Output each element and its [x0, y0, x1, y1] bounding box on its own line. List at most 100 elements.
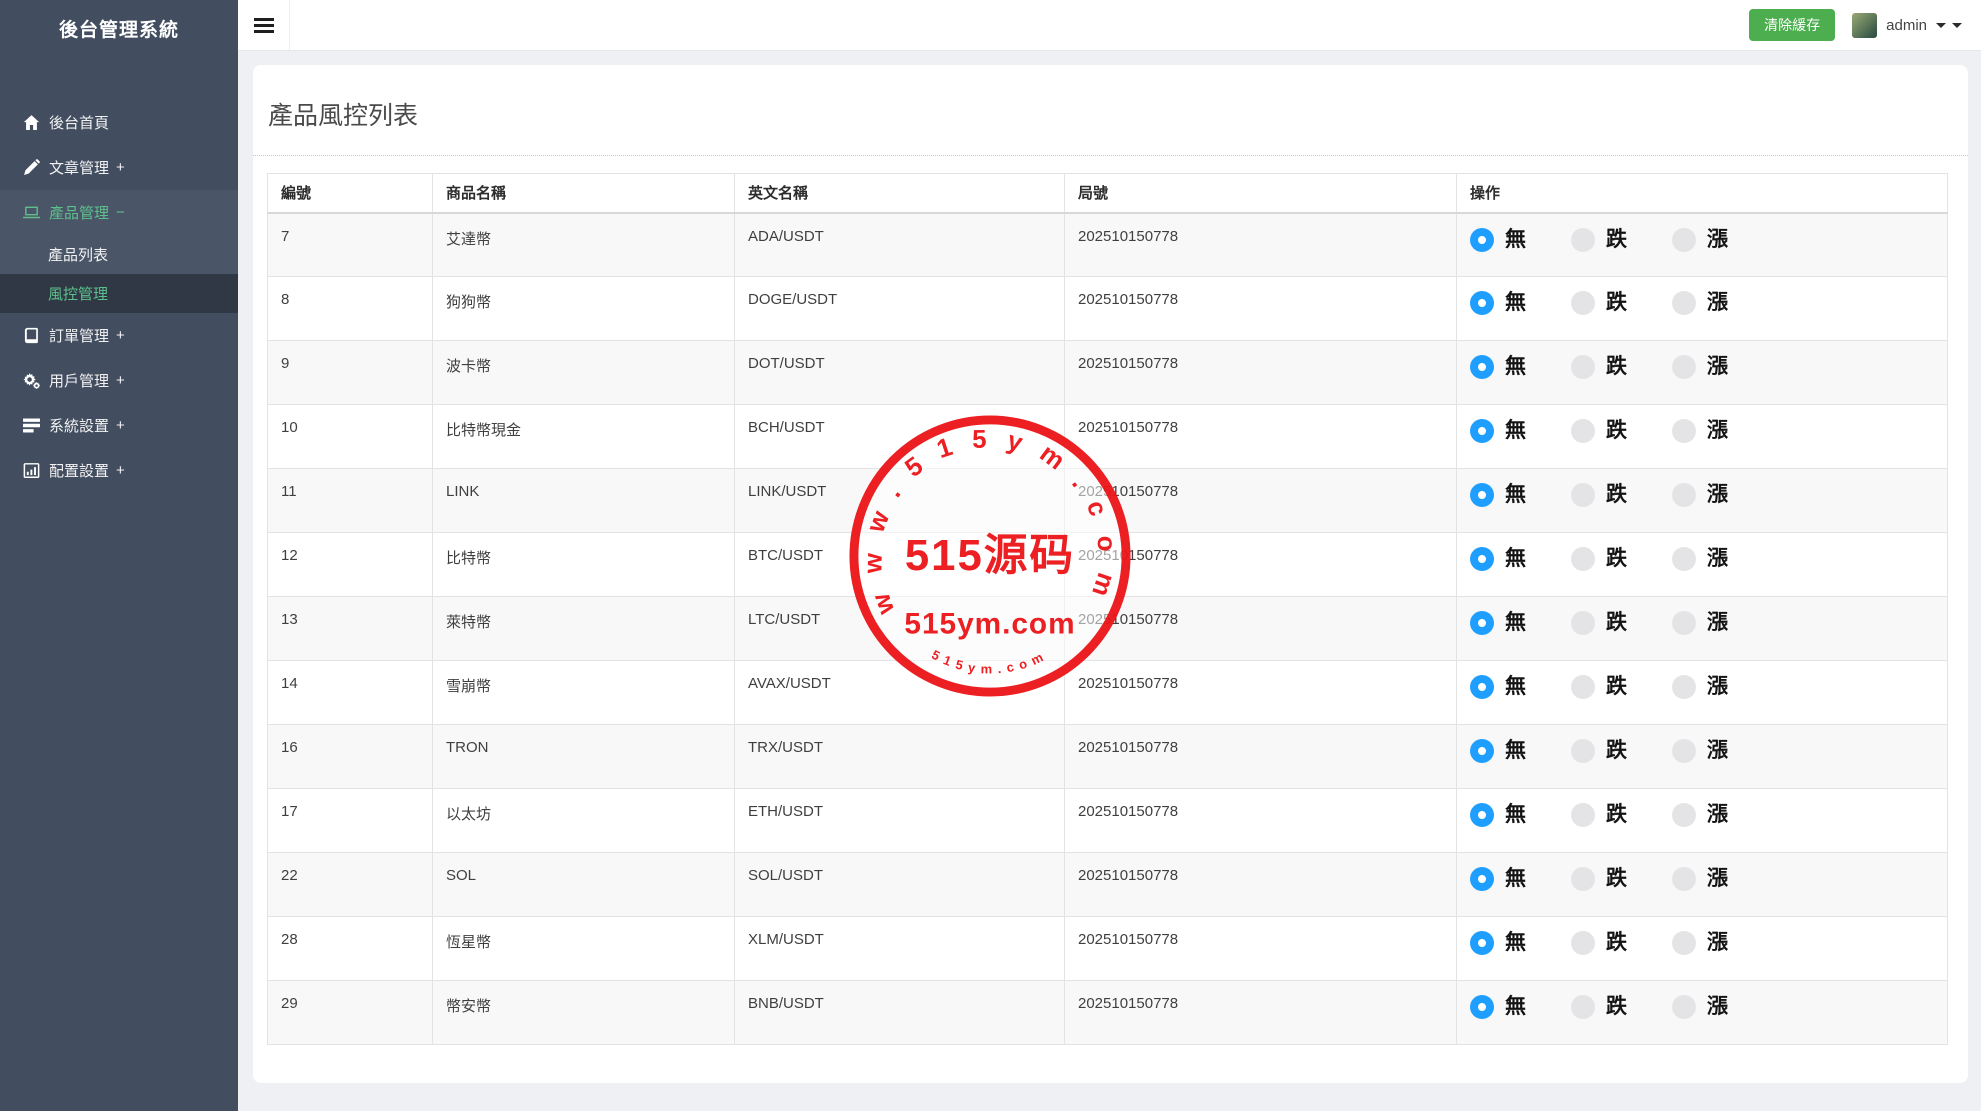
radio-unchecked-icon[interactable] [1672, 291, 1696, 315]
sidebar-toggle-button[interactable] [238, 0, 290, 50]
hamburger-icon [254, 30, 274, 33]
risk-option-up[interactable]: 漲 [1672, 547, 1728, 571]
risk-option-down[interactable]: 跌 [1571, 803, 1627, 827]
radio-unchecked-icon[interactable] [1571, 483, 1595, 507]
risk-option-none[interactable]: 無 [1470, 803, 1526, 827]
risk-option-down[interactable]: 跌 [1571, 867, 1627, 891]
radio-unchecked-icon[interactable] [1672, 355, 1696, 379]
app-title: 後台管理系統 [0, 0, 238, 62]
radio-checked-icon[interactable] [1470, 483, 1494, 507]
radio-checked-icon[interactable] [1470, 355, 1494, 379]
risk-option-up[interactable]: 漲 [1672, 931, 1728, 955]
risk-option-down[interactable]: 跌 [1571, 483, 1627, 507]
risk-option-none[interactable]: 無 [1470, 291, 1526, 315]
risk-option-up[interactable]: 漲 [1672, 483, 1728, 507]
collapse-icon: − [116, 204, 125, 221]
sidebar-item-3[interactable]: 產品列表 [0, 235, 238, 274]
radio-unchecked-icon[interactable] [1672, 611, 1696, 635]
risk-option-down[interactable]: 跌 [1571, 931, 1627, 955]
sidebar-item-7[interactable]: 系統設置+ [0, 403, 238, 448]
radio-checked-icon[interactable] [1470, 419, 1494, 443]
sidebar-item-2[interactable]: 產品管理− [0, 190, 238, 235]
risk-option-up[interactable]: 漲 [1672, 611, 1728, 635]
risk-option-up[interactable]: 漲 [1672, 355, 1728, 379]
risk-option-down[interactable]: 跌 [1571, 228, 1627, 252]
round-no: 202510150778 [1065, 661, 1457, 725]
radio-unchecked-icon[interactable] [1571, 675, 1595, 699]
username[interactable]: admin [1886, 17, 1927, 34]
risk-option-none[interactable]: 無 [1470, 547, 1526, 571]
radio-unchecked-icon[interactable] [1672, 483, 1696, 507]
radio-unchecked-icon[interactable] [1672, 228, 1696, 252]
risk-option-none[interactable]: 無 [1470, 419, 1526, 443]
table-row: 11LINKLINK/USDT202510150778無跌漲 [268, 469, 1948, 533]
risk-option-down[interactable]: 跌 [1571, 355, 1627, 379]
radio-checked-icon[interactable] [1470, 995, 1494, 1019]
risk-option-up[interactable]: 漲 [1672, 675, 1728, 699]
risk-option-none[interactable]: 無 [1470, 995, 1526, 1019]
radio-unchecked-icon[interactable] [1672, 547, 1696, 571]
risk-option-down[interactable]: 跌 [1571, 995, 1627, 1019]
radio-checked-icon[interactable] [1470, 675, 1494, 699]
risk-option-up[interactable]: 漲 [1672, 803, 1728, 827]
sidebar-item-6[interactable]: 用戶管理+ [0, 358, 238, 403]
radio-unchecked-icon[interactable] [1571, 803, 1595, 827]
radio-unchecked-icon[interactable] [1672, 419, 1696, 443]
radio-unchecked-icon[interactable] [1571, 995, 1595, 1019]
risk-option-none[interactable]: 無 [1470, 611, 1526, 635]
radio-unchecked-icon[interactable] [1571, 739, 1595, 763]
radio-unchecked-icon[interactable] [1571, 611, 1595, 635]
risk-option-up[interactable]: 漲 [1672, 867, 1728, 891]
radio-unchecked-icon[interactable] [1571, 931, 1595, 955]
clear-cache-button[interactable]: 清除緩存 [1749, 9, 1835, 41]
radio-unchecked-icon[interactable] [1672, 675, 1696, 699]
radio-checked-icon[interactable] [1470, 739, 1494, 763]
risk-option-down[interactable]: 跌 [1571, 739, 1627, 763]
sidebar-item-8[interactable]: 配置設置+ [0, 448, 238, 493]
radio-unchecked-icon[interactable] [1571, 867, 1595, 891]
sidebar-item-1[interactable]: 文章管理+ [0, 145, 238, 190]
radio-checked-icon[interactable] [1470, 867, 1494, 891]
risk-option-down[interactable]: 跌 [1571, 611, 1627, 635]
round-no: 202510150778 [1065, 981, 1457, 1045]
risk-option-down[interactable]: 跌 [1571, 675, 1627, 699]
radio-unchecked-icon[interactable] [1672, 931, 1696, 955]
sidebar-item-0[interactable]: 後台首頁 [0, 100, 238, 145]
radio-checked-icon[interactable] [1470, 611, 1494, 635]
radio-checked-icon[interactable] [1470, 228, 1494, 252]
radio-unchecked-icon[interactable] [1672, 995, 1696, 1019]
risk-option-up[interactable]: 漲 [1672, 291, 1728, 315]
radio-checked-icon[interactable] [1470, 547, 1494, 571]
risk-option-none[interactable]: 無 [1470, 675, 1526, 699]
chevron-down-icon[interactable] [1936, 23, 1946, 28]
radio-unchecked-icon[interactable] [1672, 803, 1696, 827]
risk-option-down[interactable]: 跌 [1571, 291, 1627, 315]
risk-option-up[interactable]: 漲 [1672, 228, 1728, 252]
risk-option-none[interactable]: 無 [1470, 867, 1526, 891]
risk-option-up[interactable]: 漲 [1672, 739, 1728, 763]
risk-option-none[interactable]: 無 [1470, 228, 1526, 252]
risk-option-none[interactable]: 無 [1470, 931, 1526, 955]
risk-option-none[interactable]: 無 [1470, 483, 1526, 507]
sidebar-item-5[interactable]: 訂單管理+ [0, 313, 238, 358]
risk-option-none[interactable]: 無 [1470, 739, 1526, 763]
risk-option-down[interactable]: 跌 [1571, 419, 1627, 443]
radio-unchecked-icon[interactable] [1571, 419, 1595, 443]
sidebar-item-label: 風控管理 [48, 283, 108, 304]
radio-checked-icon[interactable] [1470, 803, 1494, 827]
chevron-down-icon[interactable] [1952, 23, 1962, 28]
radio-checked-icon[interactable] [1470, 931, 1494, 955]
risk-option-none[interactable]: 無 [1470, 355, 1526, 379]
radio-unchecked-icon[interactable] [1571, 228, 1595, 252]
radio-unchecked-icon[interactable] [1672, 739, 1696, 763]
radio-unchecked-icon[interactable] [1571, 547, 1595, 571]
risk-option-up[interactable]: 漲 [1672, 419, 1728, 443]
radio-unchecked-icon[interactable] [1571, 355, 1595, 379]
radio-checked-icon[interactable] [1470, 291, 1494, 315]
radio-unchecked-icon[interactable] [1672, 867, 1696, 891]
radio-unchecked-icon[interactable] [1571, 291, 1595, 315]
avatar[interactable] [1852, 13, 1877, 38]
sidebar-item-4[interactable]: 風控管理 [0, 274, 238, 313]
risk-option-down[interactable]: 跌 [1571, 547, 1627, 571]
risk-option-up[interactable]: 漲 [1672, 995, 1728, 1019]
